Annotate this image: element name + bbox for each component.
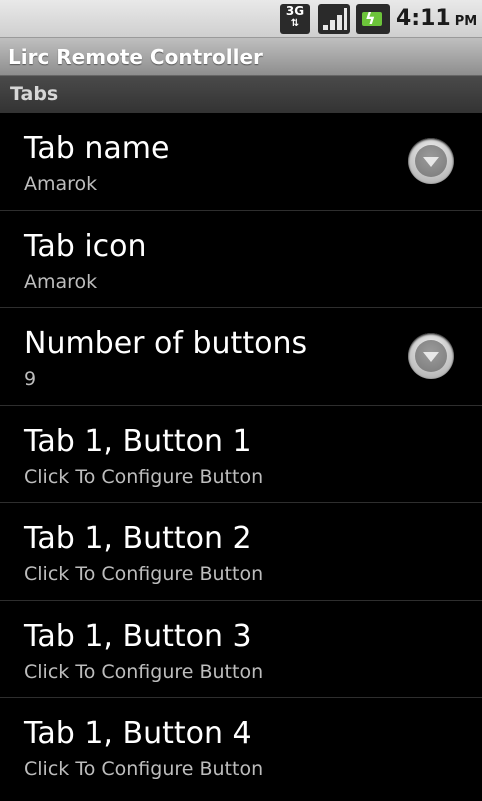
- status-bar: 3G ⇅ ϟ 4:11 PM: [0, 0, 482, 38]
- pref-summary: Click To Configure Button: [24, 758, 264, 780]
- network-3g-icon: 3G ⇅: [280, 4, 310, 34]
- signal-bar: [344, 8, 347, 30]
- pref-number-of-buttons[interactable]: Number of buttons 9: [0, 308, 482, 406]
- pref-tab1-button4[interactable]: Tab 1, Button 4 Click To Configure Butto…: [0, 698, 482, 796]
- app-title-bar: Lirc Remote Controller: [0, 38, 482, 76]
- pref-tab1-button1[interactable]: Tab 1, Button 1 Click To Configure Butto…: [0, 406, 482, 503]
- pref-tab1-button2[interactable]: Tab 1, Button 2 Click To Configure Butto…: [0, 503, 482, 601]
- preference-list: Tab name Amarok Tab icon Amarok Number o…: [0, 113, 482, 796]
- pref-summary: Click To Configure Button: [24, 660, 264, 683]
- category-title: Tabs: [10, 83, 59, 105]
- clock-ampm: PM: [454, 14, 478, 29]
- pref-tab1-button3[interactable]: Tab 1, Button 3 Click To Configure Butto…: [0, 601, 482, 698]
- app-title: Lirc Remote Controller: [8, 45, 263, 69]
- pref-title: Number of buttons: [24, 326, 308, 361]
- clock-time: 4:11: [396, 6, 451, 31]
- signal-bar: [337, 15, 342, 30]
- pref-title: Tab 1, Button 1: [24, 423, 252, 459]
- pref-summary: Click To Configure Button: [24, 465, 264, 488]
- pref-summary: Click To Configure Button: [24, 563, 264, 585]
- signal-strength-icon: [318, 4, 350, 34]
- pref-summary: 9: [24, 368, 37, 390]
- pref-title: Tab icon: [24, 228, 147, 264]
- clock: 4:11 PM: [396, 5, 477, 33]
- signal-bar: [323, 25, 328, 30]
- battery-charging-icon: ϟ: [356, 4, 390, 34]
- pref-tab-icon[interactable]: Tab icon Amarok: [0, 211, 482, 308]
- data-arrows-icon: ⇅: [290, 18, 300, 29]
- pref-title: Tab 1, Button 3: [24, 618, 252, 654]
- preference-category-header: Tabs: [0, 76, 482, 113]
- signal-bar: [330, 20, 335, 30]
- network-type-label: 3G: [285, 4, 305, 18]
- pref-summary: Amarok: [24, 270, 98, 293]
- dropdown-arrow-icon[interactable]: [408, 138, 454, 184]
- dropdown-arrow-icon[interactable]: [408, 333, 454, 379]
- pref-summary: Amarok: [24, 173, 98, 195]
- charging-bolt-icon: ϟ: [365, 9, 376, 28]
- pref-title: Tab 1, Button 2: [24, 521, 252, 556]
- pref-tab-name[interactable]: Tab name Amarok: [0, 113, 482, 211]
- pref-title: Tab 1, Button 4: [24, 716, 252, 751]
- pref-title: Tab name: [24, 131, 170, 166]
